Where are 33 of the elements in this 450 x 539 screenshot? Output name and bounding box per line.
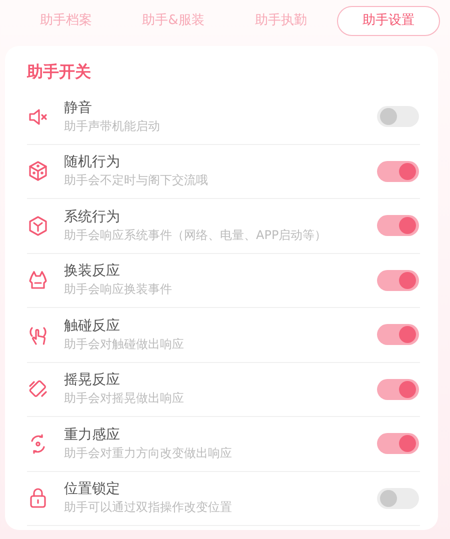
setting-title: 触碰反应 <box>64 316 121 336</box>
setting-description: 助手会不定时与阁下交流哦 <box>64 172 208 190</box>
cube-icon <box>27 214 49 237</box>
setting-description: 助手会响应换装事件 <box>64 281 172 298</box>
toggle-switch[interactable] <box>377 488 419 509</box>
setting-description: 助手会对重力方向改变做出响应 <box>64 444 232 462</box>
toggle-switch[interactable] <box>377 433 419 454</box>
setting-description: 助手可以通过双指操作改变位置 <box>64 499 232 516</box>
setting-title: 换装反应 <box>64 262 121 282</box>
setting-title: 静音 <box>64 98 93 118</box>
tab[interactable]: 助手&服装 <box>122 6 225 36</box>
setting-title: 位置锁定 <box>64 480 121 500</box>
toggle-switch[interactable] <box>377 270 419 291</box>
toggle-switch[interactable] <box>377 324 419 346</box>
tab[interactable]: 助手设置 <box>336 6 440 36</box>
setting-title: 摇晃反应 <box>64 371 121 390</box>
tab[interactable]: 助手执勤 <box>229 6 332 36</box>
toggle-switch[interactable] <box>377 106 419 128</box>
tab[interactable]: 助手档案 <box>14 6 118 36</box>
dice-icon <box>27 160 49 182</box>
lock-icon <box>27 487 49 510</box>
toggle-switch[interactable] <box>377 215 419 236</box>
setting-description: 助手会对摇晃做出响应 <box>64 390 184 408</box>
toggle-switch[interactable] <box>377 160 419 182</box>
toggle-switch[interactable] <box>377 378 419 400</box>
setting-description: 助手会响应系统事件（网络、电量、APP启动等） <box>64 226 327 244</box>
setting-description: 助手会对触碰做出响应 <box>64 336 184 353</box>
setting-title: 重力感应 <box>64 426 121 445</box>
setting-title: 随机行为 <box>64 153 121 172</box>
setting-description: 助手声带机能启动 <box>64 118 160 135</box>
setting-title: 系统行为 <box>64 208 121 227</box>
section-title: 助手开关 <box>27 61 92 83</box>
dress-icon <box>27 269 49 292</box>
